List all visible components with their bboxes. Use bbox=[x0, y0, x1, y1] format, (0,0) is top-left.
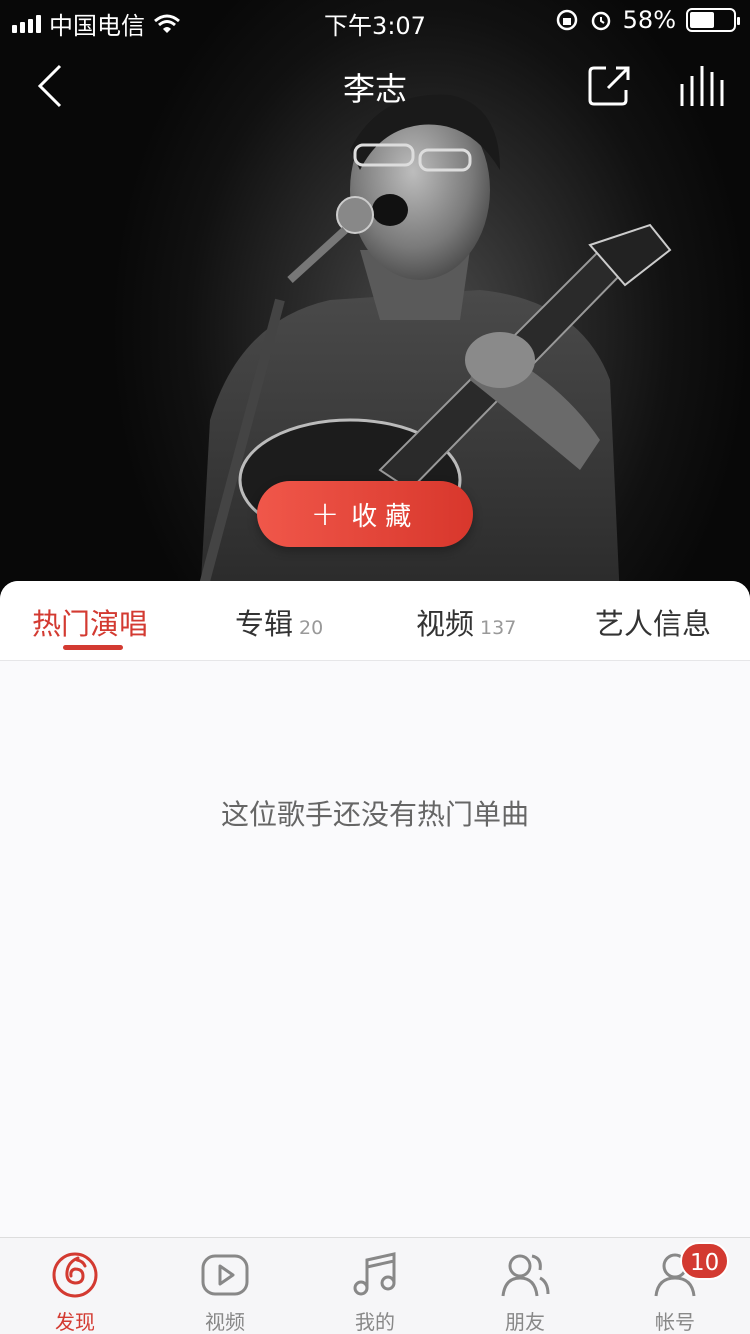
battery-icon bbox=[686, 8, 740, 32]
tab-label: 视频 bbox=[416, 607, 475, 641]
notification-badge: 10 bbox=[680, 1242, 730, 1280]
friends-icon bbox=[501, 1254, 550, 1297]
artist-hero: 中国电信 下午3:07 58% 李志 + 收藏 bbox=[0, 0, 750, 600]
tab-videos[interactable]: 视频 137 bbox=[416, 601, 516, 643]
tabbar-label: 视频 bbox=[205, 1310, 245, 1334]
tab-hot-songs[interactable]: 热门演唱 bbox=[32, 601, 148, 643]
content-panel: 热门演唱 专辑 20 视频 137 艺人信息 这位歌手还没有热门单曲 bbox=[0, 581, 750, 1237]
music-note-icon bbox=[353, 1252, 396, 1296]
tabbar-item-video[interactable]: 视频 bbox=[150, 1238, 300, 1334]
tabbar-item-discover[interactable]: 发现 bbox=[0, 1238, 150, 1334]
active-tab-indicator bbox=[63, 645, 123, 650]
tabbar-label: 帐号 bbox=[655, 1310, 695, 1334]
tabbar-item-mine[interactable]: 我的 bbox=[300, 1238, 450, 1334]
now-playing-icon[interactable] bbox=[676, 62, 728, 110]
tab-label: 热门演唱 bbox=[32, 607, 149, 641]
tab-count: 20 bbox=[299, 617, 324, 639]
status-bar: 中国电信 下午3:07 58% bbox=[0, 0, 750, 40]
tabbar-label: 我的 bbox=[355, 1310, 395, 1334]
tab-bar: 热门演唱 专辑 20 视频 137 艺人信息 bbox=[0, 581, 750, 661]
share-icon[interactable] bbox=[586, 62, 634, 110]
tab-label: 专辑 bbox=[235, 607, 294, 641]
bottom-tab-bar: 发现 视频 我的 朋友 10 帐号 bbox=[0, 1237, 750, 1334]
empty-state-message: 这位歌手还没有热门单曲 bbox=[220, 798, 529, 831]
tabbar-item-account[interactable]: 10 帐号 bbox=[600, 1238, 750, 1334]
alarm-icon bbox=[591, 11, 610, 31]
tab-artist-info[interactable]: 艺人信息 bbox=[595, 601, 711, 643]
tab-albums[interactable]: 专辑 20 bbox=[235, 601, 323, 643]
tabbar-item-friends[interactable]: 朋友 bbox=[450, 1238, 600, 1334]
plus-icon: + bbox=[310, 494, 340, 534]
battery-percent: 58% bbox=[622, 6, 676, 34]
netease-logo-icon bbox=[52, 1252, 98, 1298]
collect-button-label: 收藏 bbox=[351, 501, 420, 532]
collect-button[interactable]: + 收藏 bbox=[257, 481, 473, 547]
page-title: 李志 bbox=[342, 70, 407, 108]
tab-count: 137 bbox=[480, 617, 517, 639]
video-play-icon bbox=[201, 1254, 249, 1296]
tabbar-label: 发现 bbox=[55, 1310, 95, 1334]
rotation-lock-icon bbox=[556, 9, 577, 31]
navigation-bar: 李志 bbox=[0, 50, 750, 120]
tabbar-label: 朋友 bbox=[505, 1310, 545, 1334]
tab-label: 艺人信息 bbox=[595, 607, 712, 641]
